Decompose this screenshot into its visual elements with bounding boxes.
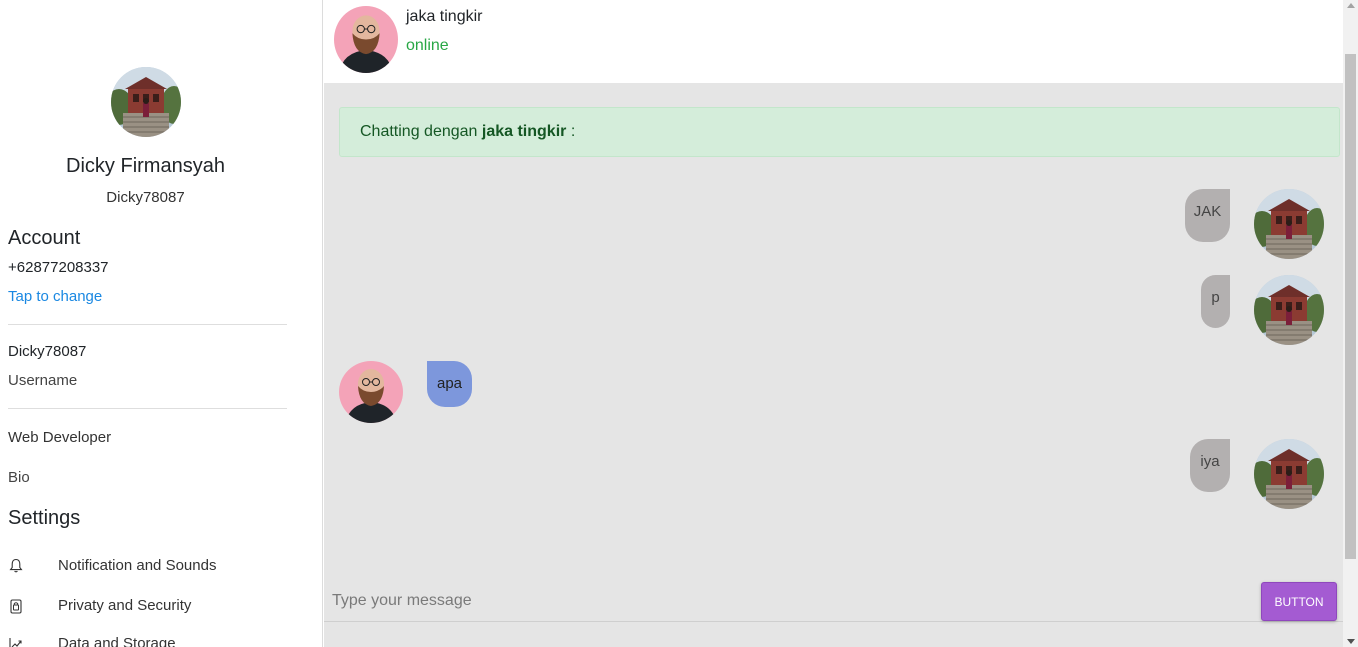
message-text: p xyxy=(1211,289,1220,306)
profile-name: Dicky Firmansyah xyxy=(66,155,225,177)
setting-notifications[interactable]: Notification and Sounds xyxy=(0,552,322,582)
profile-sidebar: Dicky Firmansyah Dicky78087 Account +628… xyxy=(0,0,323,647)
message-compose-bar: BUTTON xyxy=(324,580,1343,622)
scroll-up-arrow-icon[interactable] xyxy=(1347,3,1355,8)
divider xyxy=(8,324,287,325)
setting-privacy[interactable]: Privaty and Security xyxy=(0,592,322,622)
lock-icon xyxy=(8,598,24,614)
message-text: iya xyxy=(1200,453,1220,470)
message-bubble-outgoing[interactable]: iya xyxy=(1190,439,1230,492)
change-phone-link[interactable]: Tap to change xyxy=(8,288,102,305)
contact-avatar[interactable] xyxy=(334,6,398,73)
scroll-thumb[interactable] xyxy=(1345,54,1356,559)
message-bubble-outgoing[interactable]: p xyxy=(1201,275,1230,328)
profile-handle: Dicky78087 xyxy=(106,189,185,206)
chart-icon xyxy=(8,636,24,647)
message-input[interactable] xyxy=(332,586,1252,616)
setting-label: Privaty and Security xyxy=(58,597,192,614)
contact-status: online xyxy=(406,37,449,54)
username-value[interactable]: Dicky78087 xyxy=(8,343,86,360)
contact-avatar xyxy=(339,361,403,423)
page-scrollbar[interactable] xyxy=(1343,0,1358,647)
contact-name: jaka tingkir xyxy=(406,8,483,25)
setting-label: Notification and Sounds xyxy=(58,557,217,574)
my-avatar xyxy=(1254,189,1324,259)
setting-data-storage[interactable]: Data and Storage xyxy=(0,630,322,647)
setting-label: Data and Storage xyxy=(58,635,176,647)
bio-label: Bio xyxy=(8,469,30,486)
divider xyxy=(8,408,287,409)
message-text: apa xyxy=(436,375,463,392)
chat-header: jaka tingkir online xyxy=(324,0,1343,83)
message-bubble-incoming[interactable]: apa xyxy=(427,361,472,407)
username-label: Username xyxy=(8,372,78,389)
banner-contact-name: jaka tingkir xyxy=(481,123,567,140)
bio-value[interactable]: Web Developer xyxy=(8,429,111,446)
message-text: JAK xyxy=(1193,203,1222,220)
bell-icon xyxy=(8,558,24,574)
account-phone: +62877208337 xyxy=(8,259,109,276)
chat-area: Chatting dengan jaka tingkir : JAK p apa… xyxy=(324,83,1343,647)
my-avatar xyxy=(1254,275,1324,345)
scroll-down-arrow-icon[interactable] xyxy=(1347,639,1355,644)
banner-suffix: : xyxy=(566,123,576,140)
settings-heading: Settings xyxy=(8,507,81,529)
send-button[interactable]: BUTTON xyxy=(1261,582,1337,621)
account-heading: Account xyxy=(8,227,81,249)
message-bubble-outgoing[interactable]: JAK xyxy=(1185,189,1230,242)
my-avatar xyxy=(1254,439,1324,509)
banner-prefix: Chatting dengan xyxy=(360,123,478,140)
profile-avatar[interactable] xyxy=(111,67,181,137)
chat-banner: Chatting dengan jaka tingkir : xyxy=(339,107,1340,157)
